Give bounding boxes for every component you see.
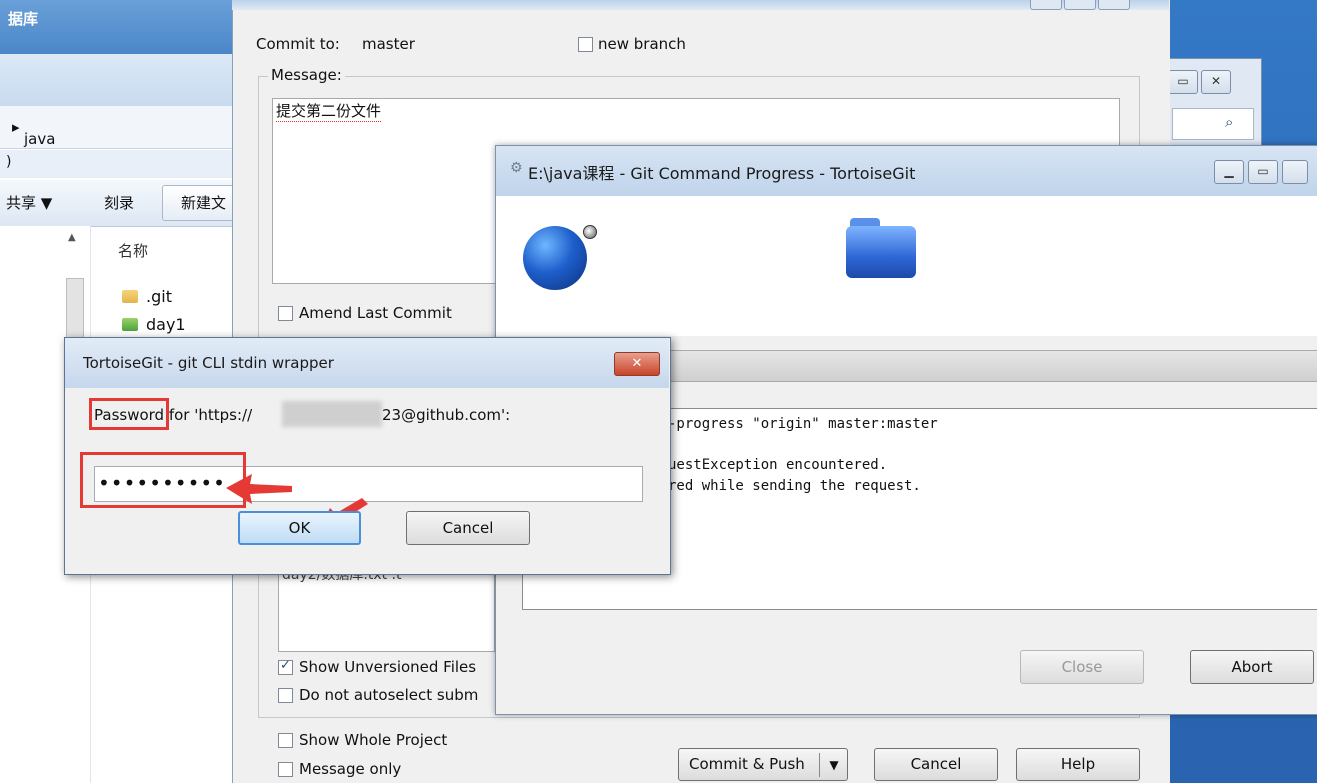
ok-button[interactable]: OK [238, 511, 361, 545]
git-folder-icon [122, 318, 138, 331]
minimize-icon[interactable] [1030, 0, 1062, 10]
show-unversioned-label: Show Unversioned Files [299, 658, 477, 676]
folder-icon [122, 290, 138, 303]
cancel-button[interactable]: Cancel [874, 748, 998, 781]
maximize-icon[interactable] [1064, 0, 1096, 10]
branch-name: master [362, 35, 415, 53]
maximize-icon[interactable]: ▭ [1248, 160, 1278, 184]
minimize-icon[interactable]: ▁ [1214, 160, 1244, 184]
address-path: java课程 ▸ [12, 118, 56, 168]
globe-icon [523, 226, 587, 290]
close-button[interactable]: Close [1020, 650, 1144, 684]
password-dialog-title: TortoiseGit - git CLI stdin wrapper [83, 354, 334, 372]
explorer-toolbar: 共享 ▼ 刻录 新建文 [0, 180, 244, 227]
no-autoselect-label: Do not autoselect subm [299, 686, 479, 704]
abort-button[interactable]: Abort [1190, 650, 1314, 684]
commit-push-button[interactable]: Commit & Push ▼ [678, 748, 848, 781]
tortoisegit-icon: ⚙ [510, 160, 523, 176]
close-icon[interactable] [1282, 160, 1308, 184]
new-branch-label: new branch [598, 35, 686, 53]
list-item[interactable]: day1 [146, 315, 186, 334]
amend-label: Amend Last Commit [299, 304, 452, 322]
cancel-button[interactable]: Cancel [406, 511, 530, 545]
column-header-name[interactable]: 名称 [118, 240, 148, 261]
log-line: red while sending the request. [668, 478, 921, 494]
log-line: -progress "origin" master:master [668, 416, 938, 432]
dropdown-arrow-icon[interactable]: ▼ [819, 753, 848, 777]
explorer-search-fragment: ) [0, 150, 232, 178]
commit-to-label: Commit to: [256, 35, 340, 53]
redacted-username [282, 401, 382, 427]
close-icon[interactable] [1098, 0, 1130, 10]
restore-icon[interactable]: ▭ [1168, 70, 1198, 94]
folder-icon [846, 226, 916, 278]
highlight-box-password-label [89, 398, 169, 430]
commit-push-label: Commit & Push [689, 755, 805, 773]
password-titlebar: TortoiseGit - git CLI stdin wrapper [65, 338, 669, 388]
scrollbar-thumb[interactable] [66, 278, 84, 340]
message-only-checkbox[interactable] [278, 762, 293, 777]
scroll-up-arrow-icon[interactable]: ▲ [68, 232, 82, 246]
new-branch-checkbox[interactable] [578, 37, 593, 52]
explorer-titlebar: 据库 [0, 0, 232, 54]
close-icon[interactable]: ✕ [1201, 70, 1231, 94]
address-bar[interactable]: java课程 ▸ [0, 106, 232, 168]
help-button[interactable]: Help [1016, 748, 1140, 781]
show-whole-project-label: Show Whole Project [299, 731, 448, 749]
amend-checkbox[interactable] [278, 306, 293, 321]
satellite-icon [583, 225, 597, 239]
explorer-title: 据库 [8, 10, 39, 28]
message-label: Message: [268, 66, 345, 84]
progress-titlebar: E:\java课程 - Git Command Progress - Torto… [496, 146, 1317, 196]
log-line: uestException encountered. [668, 457, 888, 473]
password-prompt-suffix: 23@github.com': [382, 406, 511, 424]
commit-titlebar [232, 0, 1169, 10]
show-unversioned-checkbox[interactable] [278, 658, 293, 675]
close-icon[interactable]: ✕ [614, 352, 660, 376]
show-whole-project-checkbox[interactable] [278, 733, 293, 748]
no-autoselect-checkbox[interactable] [278, 688, 293, 703]
burn-button[interactable]: 刻录 [104, 192, 134, 213]
explorer-band [0, 54, 232, 106]
share-menu[interactable]: 共享 ▼ [6, 192, 52, 213]
progress-title: E:\java课程 - Git Command Progress - Torto… [528, 164, 916, 183]
message-only-label: Message only [299, 760, 402, 778]
search-icon: ⌕ [1225, 113, 1234, 131]
search-box[interactable]: ⌕ [1172, 108, 1254, 140]
message-text: 提交第二份文件 [276, 102, 382, 122]
list-item[interactable]: .git [146, 287, 172, 306]
